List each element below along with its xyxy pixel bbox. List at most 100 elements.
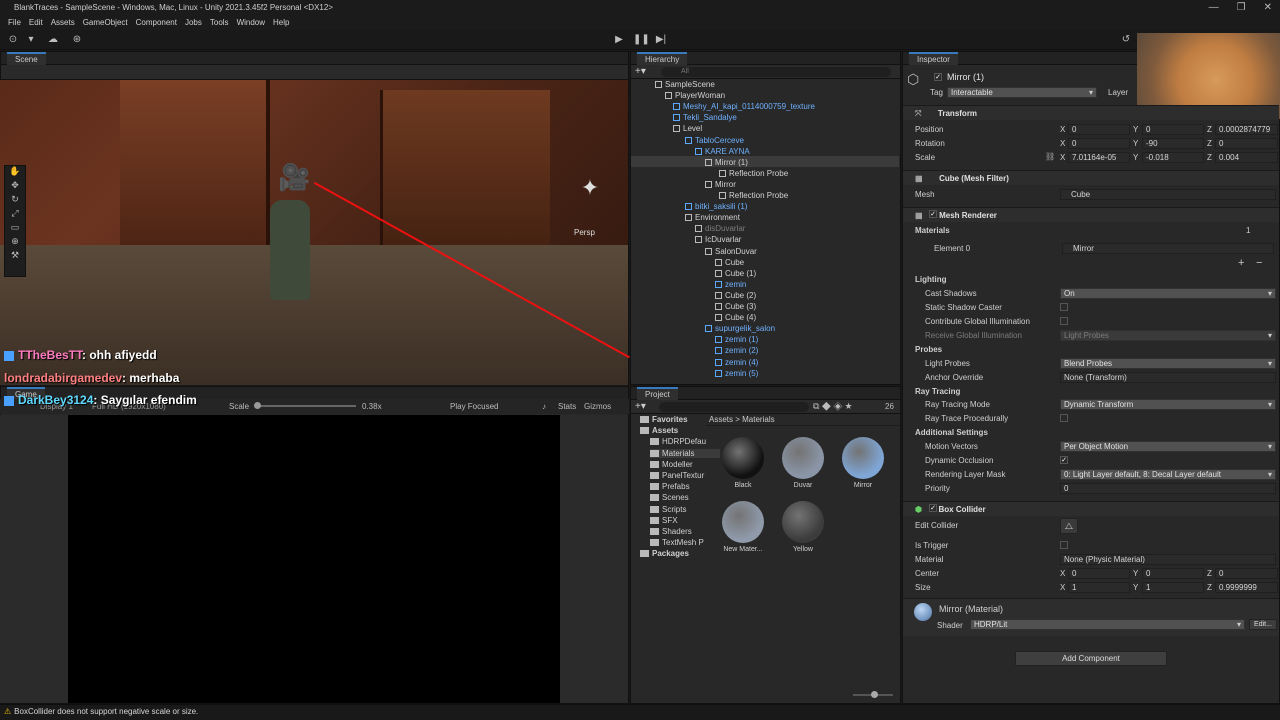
filter-icon[interactable]: ⧉ ◆ ◈ ★ — [813, 401, 852, 412]
add-component-button[interactable]: Add Component — [1015, 651, 1167, 666]
center-z-field[interactable]: 0 — [1215, 568, 1278, 579]
project-tree-item[interactable]: PanelTextur — [650, 471, 704, 480]
hierarchy-item[interactable]: zemin (4) — [715, 357, 758, 368]
project-tree-item[interactable]: Scripts — [650, 505, 686, 514]
rendering-layer-mask-dropdown[interactable]: 0: Light Layer default, 8: Decal Layer d… — [1060, 469, 1276, 480]
mesh-renderer-enabled-checkbox[interactable]: ✓ — [929, 210, 937, 218]
hierarchy-item[interactable]: Cube (1) — [715, 268, 756, 279]
hand-tool-icon[interactable]: ✋ — [5, 166, 25, 180]
material-thumbnail[interactable] — [722, 501, 764, 543]
project-tree-item[interactable]: Prefabs — [650, 482, 690, 491]
tag-dropdown[interactable]: Interactable — [947, 87, 1097, 98]
center-x-field[interactable]: 0 — [1068, 568, 1130, 579]
link-icon[interactable]: ⛓ — [1045, 152, 1055, 161]
size-x-field[interactable]: 1 — [1068, 582, 1130, 593]
material-thumbnail[interactable] — [782, 437, 824, 479]
hierarchy-item[interactable]: supurgelik_salon — [705, 323, 775, 334]
icon-size-slider-handle[interactable] — [871, 691, 878, 698]
account-icon[interactable]: ⊙ — [6, 34, 20, 46]
contribute-gi-checkbox[interactable] — [1060, 317, 1068, 325]
scale-slider-handle[interactable] — [254, 402, 261, 409]
rect-tool-icon[interactable]: ▭ — [5, 222, 25, 236]
tab-scene[interactable]: Scene — [7, 52, 46, 65]
restore-icon[interactable]: ❐ — [1237, 0, 1246, 16]
position-z-field[interactable]: 0.0002874779 — [1215, 124, 1278, 135]
object-name-field[interactable]: Mirror (1) — [947, 72, 984, 82]
anchor-override-field[interactable]: None (Transform) — [1060, 372, 1276, 383]
size-z-field[interactable]: 0.9999999 — [1215, 582, 1278, 593]
project-tree-item[interactable]: Modeller — [650, 460, 693, 469]
pause-icon[interactable]: ❚❚ — [633, 34, 650, 46]
gizmos-button[interactable]: Gizmos — [584, 402, 611, 411]
menu-window[interactable]: Window — [237, 16, 265, 30]
play-mode-select[interactable]: Play Focused — [450, 402, 498, 411]
collab-icon[interactable]: ⊛ — [70, 34, 84, 46]
ray-trace-proc-checkbox[interactable] — [1060, 414, 1068, 422]
material-thumbnail[interactable] — [722, 437, 764, 479]
project-tree-item[interactable]: Favorites — [640, 415, 688, 424]
material-thumbnail[interactable] — [842, 437, 884, 479]
project-tree-item[interactable]: TextMesh P — [650, 538, 704, 547]
hierarchy-item[interactable]: Environment — [685, 212, 740, 223]
hierarchy-search-input[interactable]: All — [661, 67, 891, 77]
mesh-field[interactable]: Cube — [1060, 189, 1276, 200]
stats-button[interactable]: Stats — [558, 402, 576, 411]
persp-label[interactable]: Persp — [574, 228, 595, 237]
project-tree-item[interactable]: Shaders — [650, 527, 692, 536]
dropdown-icon[interactable]: ▾ — [24, 34, 38, 46]
box-collider-header[interactable]: ⬢ Box Collider — [903, 501, 1279, 516]
mute-icon[interactable]: ♪ — [542, 402, 546, 411]
lighting-label[interactable]: Lighting — [915, 275, 947, 284]
scale-x-field[interactable]: 7.01164e-05 — [1068, 152, 1130, 163]
transform-tool-icon[interactable]: ⊕ — [5, 236, 25, 250]
tab-inspector[interactable]: Inspector — [909, 52, 958, 65]
priority-field[interactable]: 0 — [1060, 483, 1276, 494]
cast-shadows-dropdown[interactable]: On — [1060, 288, 1276, 299]
hierarchy-item[interactable]: Reflection Probe — [719, 190, 788, 201]
hierarchy-item[interactable]: SalonDuvar — [705, 246, 757, 257]
dynamic-occlusion-checkbox[interactable]: ✓ — [1060, 456, 1068, 464]
move-tool-icon[interactable]: ✥ — [5, 180, 25, 194]
hierarchy-item[interactable]: zemin (5) — [715, 368, 758, 379]
breadcrumb-assets[interactable]: Assets — [709, 415, 733, 424]
additional-settings-label[interactable]: Additional Settings — [915, 428, 988, 437]
project-tree-item[interactable]: Scenes — [650, 493, 689, 502]
cloud-icon[interactable]: ☁ — [46, 34, 60, 46]
rotation-z-field[interactable]: 0 — [1215, 138, 1278, 149]
position-y-field[interactable]: 0 — [1142, 124, 1204, 135]
orientation-gizmo-icon[interactable]: ✦ — [570, 175, 610, 215]
scale-slider[interactable] — [256, 405, 356, 407]
rotate-tool-icon[interactable]: ↻ — [5, 194, 25, 208]
tab-project[interactable]: Project — [637, 387, 678, 400]
hierarchy-item[interactable]: bitki_saksili (1) — [685, 201, 747, 212]
transform-header[interactable]: ⤧ Transform — [903, 105, 1279, 120]
hierarchy-item[interactable]: Cube (3) — [715, 301, 756, 312]
menu-tools[interactable]: Tools — [210, 16, 229, 30]
hierarchy-item[interactable]: Tekli_Sandalye — [673, 112, 737, 123]
minimize-icon[interactable]: — — [1209, 0, 1219, 16]
collider-material-field[interactable]: None (Physic Material) — [1060, 554, 1276, 565]
box-collider-enabled-checkbox[interactable]: ✓ — [929, 504, 937, 512]
scale-tool-icon[interactable]: ⤢ — [5, 208, 25, 222]
step-icon[interactable]: ▶| — [654, 34, 668, 46]
hierarchy-item[interactable]: Meshy_AI_kapi_0114000759_texture — [673, 101, 815, 112]
breadcrumb-materials[interactable]: Materials — [742, 415, 774, 424]
hierarchy-item[interactable]: zemin (1) — [715, 334, 758, 345]
hierarchy-item[interactable]: TabloCerceve — [685, 135, 744, 146]
game-viewport[interactable] — [68, 415, 560, 703]
hierarchy-item[interactable]: KARE AYNA — [695, 146, 750, 157]
edit-shader-button[interactable]: Edit... — [1249, 619, 1277, 630]
scale-z-field[interactable]: 0.004 — [1215, 152, 1278, 163]
play-icon[interactable]: ▶ — [612, 34, 626, 46]
mesh-renderer-header[interactable]: ▦ Mesh Renderer — [903, 207, 1279, 222]
hierarchy-item[interactable]: zemin — [715, 279, 746, 290]
hierarchy-item[interactable]: Mirror — [705, 179, 736, 190]
active-checkbox[interactable]: ✓ — [934, 73, 942, 81]
light-probes-dropdown[interactable]: Blend Probes — [1060, 358, 1276, 369]
hierarchy-item[interactable]: PlayerWoman — [665, 90, 725, 101]
camera-gizmo-icon[interactable]: 🎥 — [278, 162, 320, 192]
hierarchy-item[interactable]: disDuvarlar — [695, 223, 745, 234]
ray-tracing-label[interactable]: Ray Tracing — [915, 387, 960, 396]
menu-assets[interactable]: Assets — [51, 16, 75, 30]
scene-viewport[interactable]: 🎥 ✋ ✥ ↻ ⤢ ▭ ⊕ ⚒ ✦ Persp TTheBesTT: ohh a… — [0, 80, 630, 385]
